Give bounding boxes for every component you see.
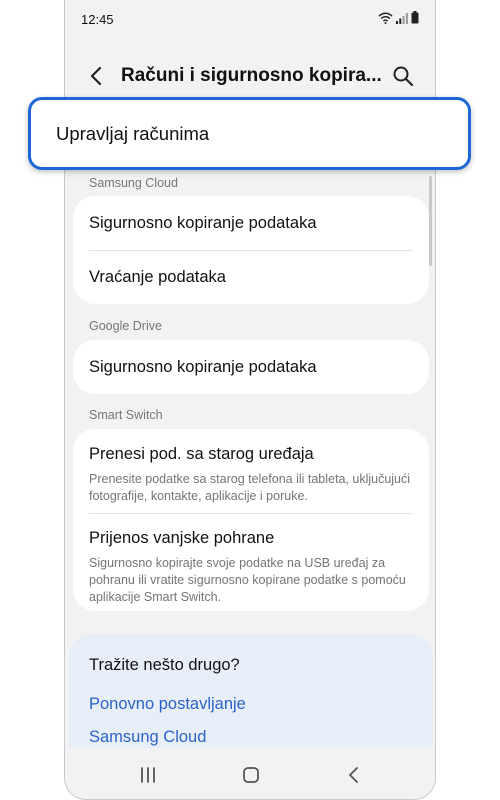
wifi-icon [378, 12, 393, 24]
list-item-samsung-cloud-restore[interactable]: Vraćanje podataka [89, 268, 413, 287]
divider [89, 513, 413, 514]
home-icon[interactable] [240, 764, 262, 786]
status-time: 12:45 [81, 12, 114, 27]
list-item-external-storage-transfer[interactable]: Prijenos vanjske pohrane Sigurnosno kopi… [89, 529, 413, 606]
google-drive-card: Sigurnosno kopiranje podataka [73, 340, 429, 394]
search-icon[interactable] [391, 64, 415, 88]
nav-back-icon[interactable] [343, 764, 365, 786]
row-title: Sigurnosno kopiranje podataka [89, 358, 317, 376]
link-reset[interactable]: Ponovno postavljanje [89, 695, 246, 714]
status-bar: 12:45 [65, 0, 435, 36]
row-title: Prenesi pod. sa starog uređaja [89, 445, 314, 463]
row-title: Prijenos vanjske pohrane [89, 529, 275, 547]
recents-icon[interactable] [137, 764, 159, 786]
manage-accounts-button[interactable]: Upravljaj računima [28, 97, 471, 170]
link-samsung-cloud[interactable]: Samsung Cloud [89, 728, 206, 747]
section-label-google-drive: Google Drive [89, 319, 162, 333]
app-header: Računi i sigurnosno kopira... [65, 56, 435, 96]
navigation-bar [65, 748, 435, 799]
list-item-google-drive-backup[interactable]: Sigurnosno kopiranje podataka [89, 358, 413, 377]
divider [89, 250, 413, 251]
section-label-smart-switch: Smart Switch [89, 408, 163, 422]
smart-switch-card: Prenesi pod. sa starog uređaja Prenesite… [73, 429, 429, 611]
section-label-samsung-cloud: Samsung Cloud [89, 176, 178, 190]
back-arrow-icon[interactable] [85, 64, 109, 88]
samsung-cloud-card: Sigurnosno kopiranje podataka Vraćanje p… [73, 196, 429, 304]
status-icons [378, 11, 419, 24]
battery-icon [411, 11, 419, 24]
suggestions-title: Tražite nešto drugo? [89, 656, 240, 674]
manage-accounts-label: Upravljaj računima [56, 123, 210, 144]
row-title: Vraćanje podataka [89, 268, 226, 286]
scrollbar[interactable] [429, 176, 432, 266]
row-description: Sigurnosno kopirajte svoje podatke na US… [89, 556, 406, 604]
page-title: Računi i sigurnosno kopira... [121, 65, 382, 86]
list-item-transfer-old-device[interactable]: Prenesi pod. sa starog uređaja Prenesite… [89, 445, 413, 505]
row-description: Prenesite podatke sa starog telefona ili… [89, 472, 411, 503]
list-item-samsung-cloud-backup[interactable]: Sigurnosno kopiranje podataka [89, 214, 413, 233]
row-title: Sigurnosno kopiranje podataka [89, 214, 317, 232]
signal-icon [396, 12, 408, 24]
